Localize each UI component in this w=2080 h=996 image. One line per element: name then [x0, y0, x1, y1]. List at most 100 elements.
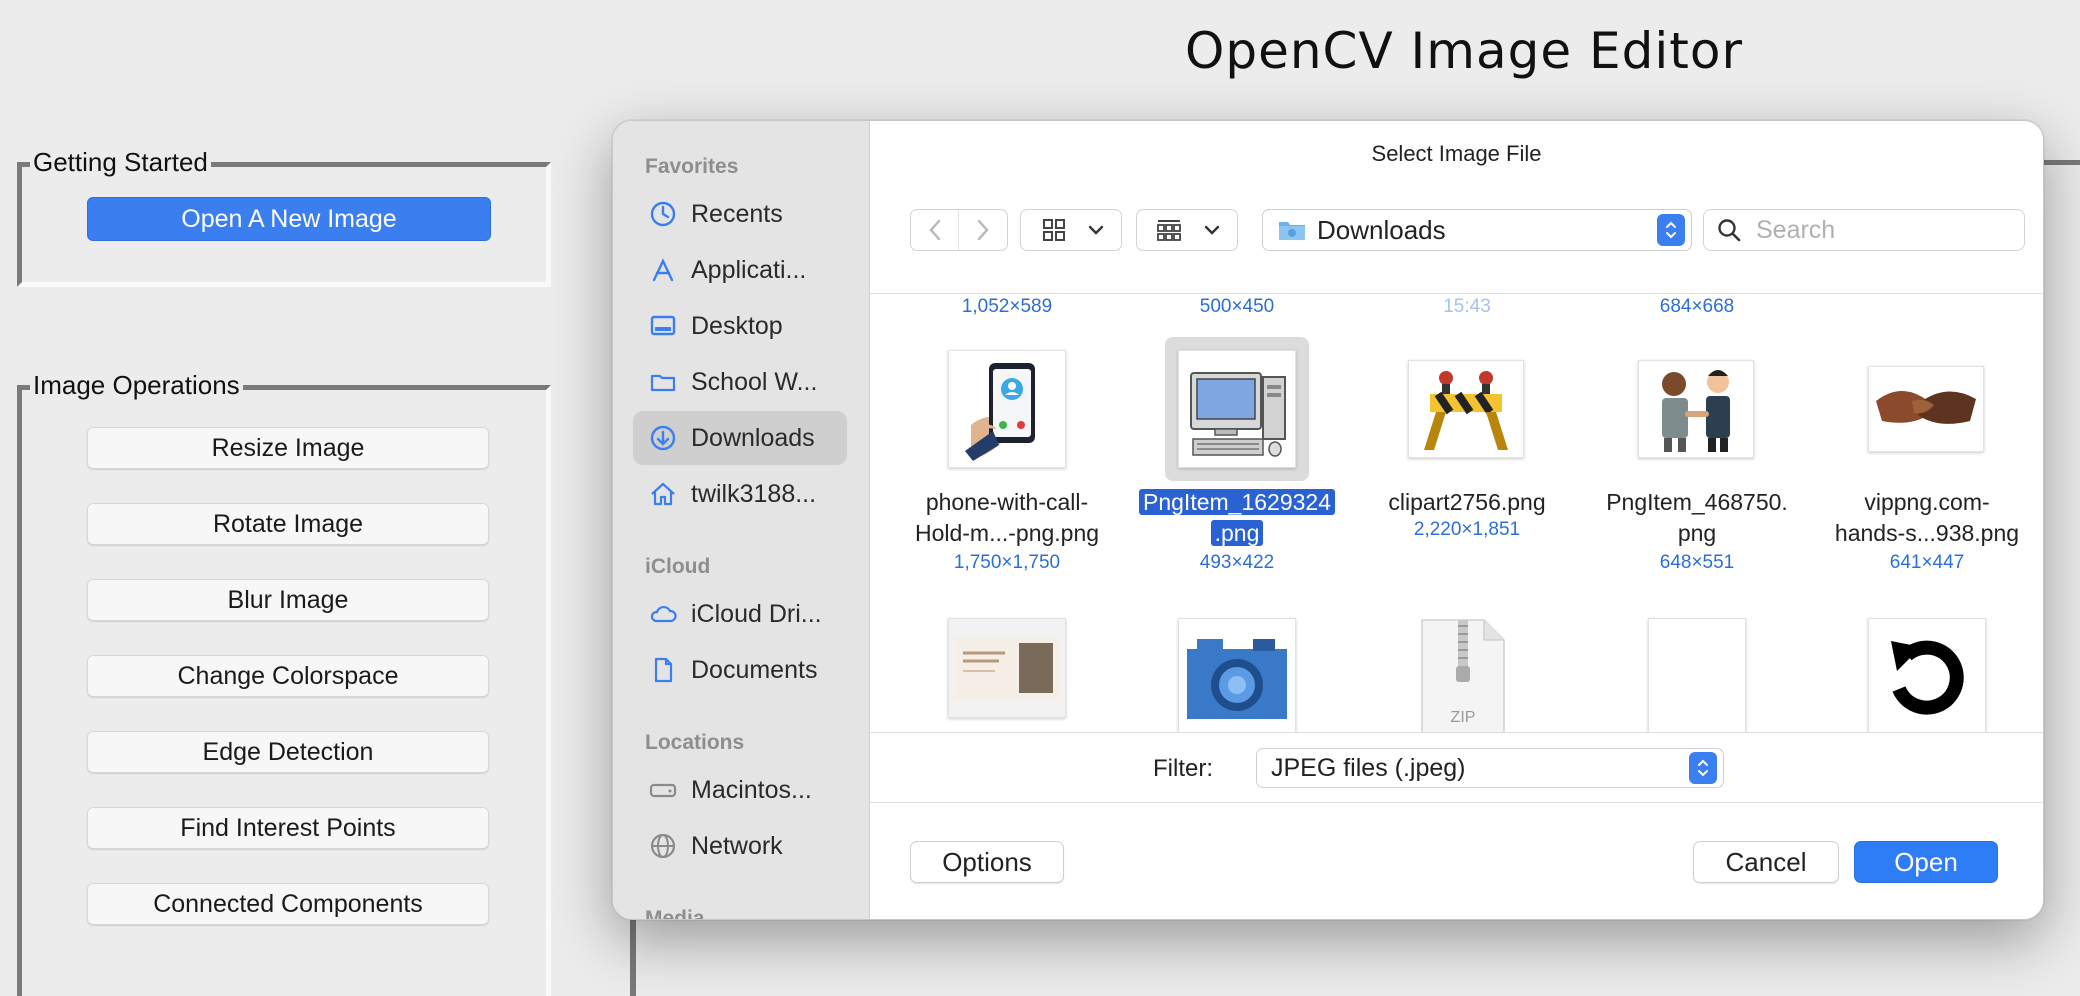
filter-label: Filter: [1153, 755, 1213, 782]
open-new-image-button[interactable]: Open A New Image [87, 197, 491, 241]
cancel-button[interactable]: Cancel [1693, 841, 1839, 883]
sidebar-item-macintosh-hd[interactable]: Macintos... [633, 763, 847, 817]
cloud-icon [647, 598, 679, 630]
applications-icon [647, 254, 679, 286]
popup-stepper-icon [1689, 752, 1717, 784]
sidebar-item-home[interactable]: twilk3188... [633, 467, 847, 521]
file-grid: 1,052×589 500×450 15:43 684×668 phone-wi… [870, 293, 2043, 733]
sidebar-item-school[interactable]: School W... [633, 355, 847, 409]
search-placeholder: Search [1756, 215, 1836, 244]
clock-icon [647, 198, 679, 230]
barrier-thumbnail [1408, 360, 1524, 458]
blank-file-thumbnail[interactable] [1648, 618, 1746, 732]
presentation-thumbnail[interactable] [948, 618, 1066, 718]
resize-image-button[interactable]: Resize Image [87, 427, 489, 469]
sidebar-item-label: Network [691, 831, 783, 860]
sidebar-item-documents[interactable]: Documents [633, 643, 847, 697]
file-dims: 2,220×1,851 [1413, 519, 1521, 540]
find-interest-points-button[interactable]: Find Interest Points [87, 807, 489, 849]
download-icon [647, 422, 679, 454]
sidebar-item-icloud-drive[interactable]: iCloud Dri... [633, 587, 847, 641]
sidebar-item-label: Macintos... [691, 775, 812, 804]
select-image-dialog: Favorites Recents Applicati... Desktop S… [612, 120, 2044, 920]
dialog-title: Select Image File [1371, 141, 1542, 166]
image-operations-legend: Image Operations [30, 370, 243, 401]
sidebar-item-network[interactable]: Network [633, 819, 847, 873]
zip-icon[interactable]: ZIP [1418, 618, 1508, 732]
document-icon [647, 654, 679, 686]
zip-label: ZIP [1451, 709, 1476, 726]
file-dims: 500×450 [1199, 296, 1275, 317]
view-mode-button[interactable] [1020, 209, 1122, 251]
file-name-line: vippng.com- [1864, 489, 1990, 515]
dialog-sidebar: Favorites Recents Applicati... Desktop S… [613, 121, 870, 919]
file-dims: 684×668 [1659, 296, 1735, 317]
media-header: Media [645, 907, 705, 920]
back-arrow-icon[interactable] [911, 210, 959, 250]
filter-value: JPEG files (.jpeg) [1271, 753, 1466, 782]
file-name-line: hands-s...938.png [1834, 520, 2020, 546]
group-by-button[interactable] [1136, 209, 1238, 251]
nav-buttons [910, 209, 1008, 251]
sidebar-item-downloads[interactable]: Downloads [633, 411, 847, 465]
filter-popup[interactable]: JPEG files (.jpeg) [1256, 748, 1724, 788]
sidebar-item-label: School W... [691, 367, 818, 396]
hands-thumbnail [1868, 366, 1984, 452]
sidebar-item-label: Documents [691, 655, 818, 684]
search-icon [1716, 217, 1742, 243]
folder-icon [647, 366, 679, 398]
sidebar-item-desktop[interactable]: Desktop [633, 299, 847, 353]
icon-view-icon [1041, 217, 1067, 243]
sidebar-item-label: iCloud Dri... [691, 599, 822, 628]
sidebar-item-label: Applicati... [691, 255, 807, 284]
sidebar-item-recents[interactable]: Recents [633, 187, 847, 241]
file-name-line: Hold-m...-png.png [914, 520, 1100, 546]
open-button[interactable]: Open [1854, 841, 1998, 883]
globe-icon [647, 830, 679, 862]
connected-components-button[interactable]: Connected Components [87, 883, 489, 925]
image-operations-group: Image Operations Resize Image Rotate Ima… [17, 370, 551, 996]
file-name-line: PngItem_1629324 [1139, 489, 1335, 515]
phone-call-thumbnail [948, 350, 1066, 468]
favorites-header: Favorites [645, 155, 739, 178]
sidebar-item-label: twilk3188... [691, 479, 817, 508]
camera-thumbnail[interactable] [1178, 618, 1296, 732]
file-dims: 1,052×589 [961, 296, 1053, 317]
search-field[interactable]: Search [1703, 209, 2025, 251]
sidebar-item-label: Recents [691, 199, 783, 228]
file-time: 15:43 [1443, 296, 1491, 317]
location-label: Downloads [1317, 214, 1446, 245]
file-name-line: phone-with-call- [925, 489, 1089, 515]
folder-icon [1277, 217, 1307, 243]
file-name-line: .png [1210, 520, 1264, 546]
filter-row: Filter: JPEG files (.jpeg) [870, 733, 2043, 803]
rotate-image-button[interactable]: Rotate Image [87, 503, 489, 545]
rotate-thumbnail[interactable] [1868, 618, 1986, 732]
sidebar-item-label: Downloads [691, 423, 815, 452]
file-name-line: PngItem_468750. [1606, 489, 1788, 515]
popup-stepper-icon [1657, 214, 1685, 246]
desktop-icon [647, 310, 679, 342]
change-colorspace-button[interactable]: Change Colorspace [87, 655, 489, 697]
dialog-main: Select Image File Downloads Search 1,052… [870, 121, 2043, 919]
location-popup[interactable]: Downloads [1262, 209, 1692, 251]
rotate-icon [1891, 640, 1964, 715]
file-name-line: clipart2756.png [1388, 489, 1546, 515]
chevron-down-icon [1203, 224, 1221, 236]
getting-started-legend: Getting Started [30, 147, 211, 178]
options-button[interactable]: Options [910, 841, 1064, 883]
edge-detection-button[interactable]: Edge Detection [87, 731, 489, 773]
chevron-down-icon [1087, 224, 1105, 236]
forward-arrow-icon[interactable] [959, 210, 1007, 250]
app-title: OpenCV Image Editor [1185, 22, 1744, 80]
file-dims: 493×422 [1199, 552, 1275, 573]
icloud-header: iCloud [645, 555, 711, 578]
file-dims: 641×447 [1889, 552, 1965, 573]
home-icon [647, 478, 679, 510]
blur-image-button[interactable]: Blur Image [87, 579, 489, 621]
sidebar-item-applications[interactable]: Applicati... [633, 243, 847, 297]
sidebar-item-label: Desktop [691, 311, 783, 340]
file-dims: 1,750×1,750 [953, 552, 1061, 573]
getting-started-group: Getting Started Open A New Image [17, 147, 551, 287]
group-view-icon [1155, 217, 1183, 243]
